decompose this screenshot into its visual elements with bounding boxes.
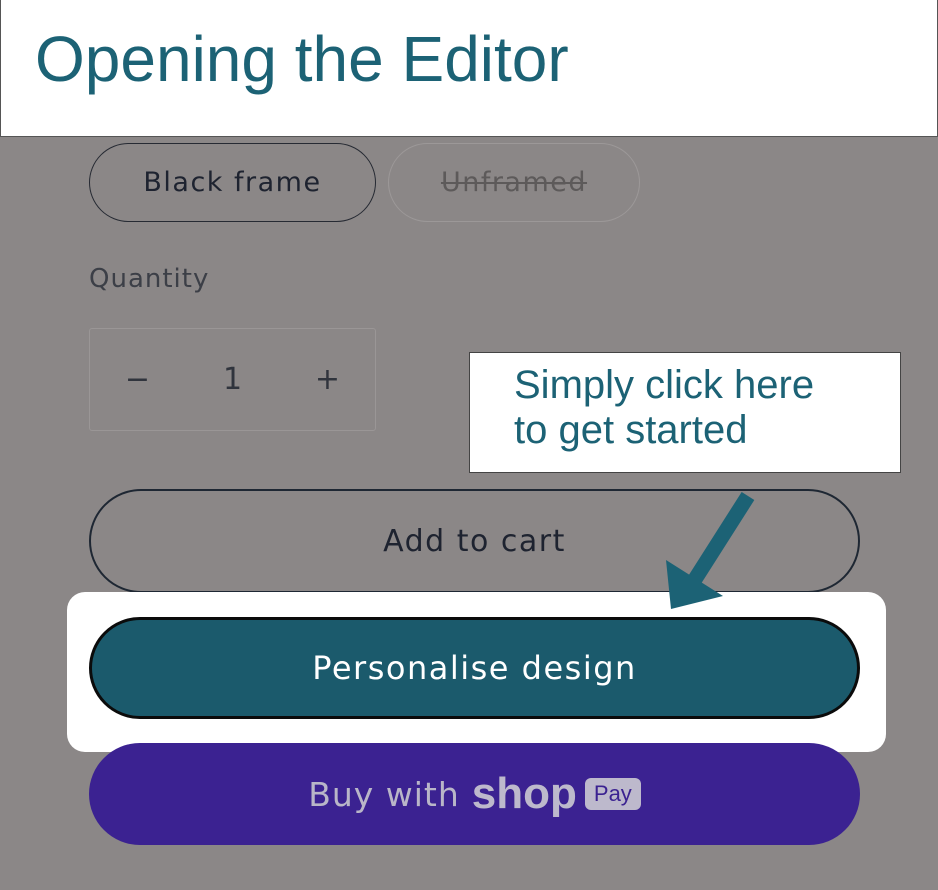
- pay-badge: Pay: [584, 778, 641, 810]
- shop-logo: shop: [471, 769, 577, 818]
- variant-unframed-button[interactable]: Unframed: [388, 143, 640, 222]
- slide-title: Opening the Editor: [35, 23, 569, 95]
- buy-with-label: Buy with: [308, 774, 460, 814]
- quantity-increment-button[interactable]: +: [298, 362, 358, 397]
- variant-black-frame-button[interactable]: Black frame: [89, 143, 376, 222]
- add-to-cart-button[interactable]: Add to cart: [89, 489, 860, 593]
- slide-title-bar: Opening the Editor: [0, 0, 938, 137]
- callout-box: Simply click here to get started: [469, 352, 901, 473]
- personalise-design-button[interactable]: Personalise design: [89, 617, 860, 719]
- quantity-decrement-button[interactable]: −: [108, 362, 168, 397]
- quantity-stepper: − 1 +: [89, 328, 376, 431]
- callout-line-2: to get started: [514, 408, 748, 452]
- quantity-label: Quantity: [89, 264, 210, 294]
- callout-line-1: Simply click here: [514, 363, 815, 407]
- quantity-value[interactable]: 1: [203, 362, 263, 397]
- buy-with-shop-pay-button[interactable]: Buy with shop Pay: [89, 743, 860, 845]
